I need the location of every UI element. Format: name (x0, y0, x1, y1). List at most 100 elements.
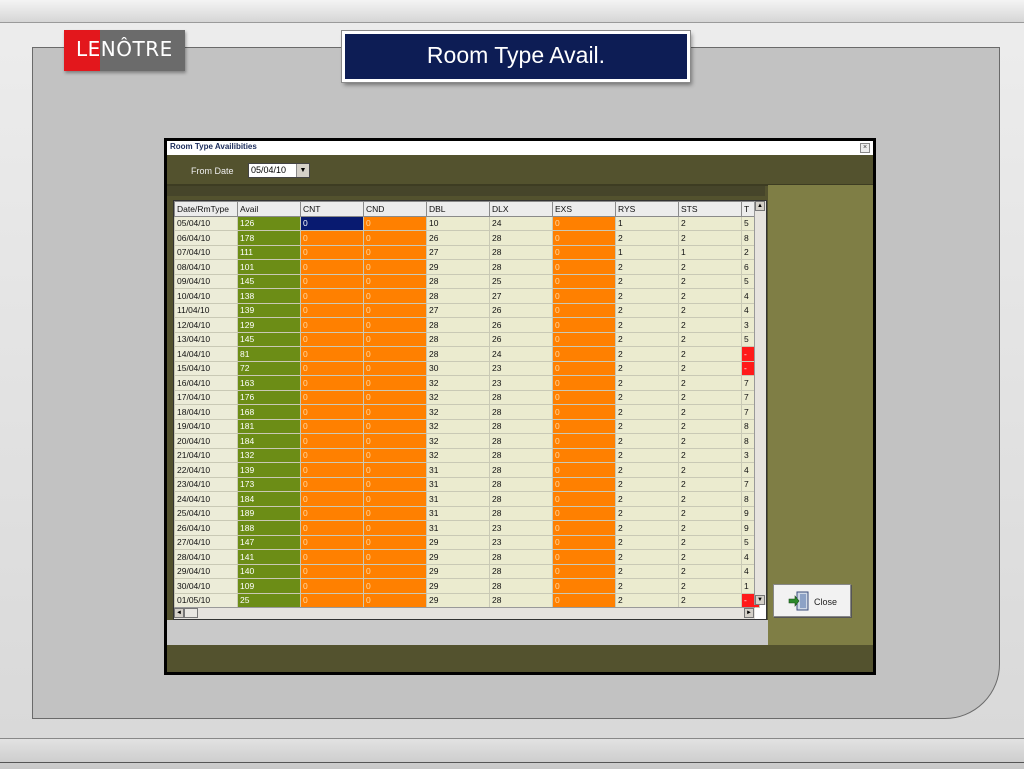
table-cell[interactable]: 1 (678, 244, 742, 260)
table-cell[interactable]: 29 (426, 578, 490, 594)
table-cell[interactable]: 32 (426, 404, 490, 420)
table-row[interactable]: 20/04/10 184 0 0 32 28 0 2 2 8 (174, 433, 760, 449)
table-row[interactable]: 11/04/10 139 0 0 27 26 0 2 2 4 (174, 302, 760, 318)
table-cell[interactable]: 2 (615, 317, 679, 333)
table-cell[interactable]: 30/04/10 (174, 578, 238, 594)
table-cell[interactable]: 2 (678, 259, 742, 275)
table-cell[interactable]: 0 (552, 375, 616, 391)
table-cell[interactable]: 2 (615, 563, 679, 579)
table-cell[interactable]: 14/04/10 (174, 346, 238, 362)
table-cell[interactable]: 28 (489, 476, 553, 492)
table-row[interactable]: 21/04/10 132 0 0 32 28 0 2 2 3 (174, 447, 760, 463)
table-cell[interactable]: 0 (300, 505, 364, 521)
table-cell[interactable]: 0 (300, 259, 364, 275)
table-cell[interactable]: 0 (552, 433, 616, 449)
table-cell[interactable]: 0 (552, 288, 616, 304)
table-cell[interactable]: 0 (363, 317, 427, 333)
table-cell[interactable]: 23 (489, 360, 553, 376)
table-cell[interactable]: 2 (678, 491, 742, 507)
table-cell[interactable]: 0 (552, 404, 616, 420)
table-cell[interactable]: 0 (552, 592, 616, 608)
table-cell[interactable]: 139 (237, 302, 301, 318)
table-cell[interactable]: 18/04/10 (174, 404, 238, 420)
table-cell[interactable]: 12/04/10 (174, 317, 238, 333)
table-cell[interactable]: 27 (489, 288, 553, 304)
table-cell[interactable]: 2 (615, 360, 679, 376)
table-cell[interactable]: 10/04/10 (174, 288, 238, 304)
table-cell[interactable]: 2 (678, 360, 742, 376)
column-header[interactable]: Date/RmType (174, 201, 238, 217)
table-row[interactable]: 23/04/10 173 0 0 31 28 0 2 2 7 (174, 476, 760, 492)
table-cell[interactable]: 0 (552, 360, 616, 376)
table-cell[interactable]: 109 (237, 578, 301, 594)
table-cell[interactable]: 139 (237, 462, 301, 478)
table-cell[interactable]: 2 (615, 389, 679, 405)
table-cell[interactable]: 28 (489, 462, 553, 478)
table-cell[interactable]: 2 (615, 534, 679, 550)
table-cell[interactable]: 0 (552, 259, 616, 275)
vertical-scrollbar[interactable]: ▲ ▼ (754, 201, 766, 605)
table-cell[interactable]: 2 (615, 404, 679, 420)
table-cell[interactable]: 28 (489, 563, 553, 579)
table-cell[interactable]: 28 (426, 331, 490, 347)
table-cell[interactable]: 0 (300, 288, 364, 304)
table-cell[interactable]: 2 (615, 418, 679, 434)
table-cell[interactable]: 0 (363, 476, 427, 492)
table-cell[interactable]: 0 (552, 520, 616, 536)
table-cell[interactable]: 29 (426, 592, 490, 608)
table-cell[interactable]: 0 (363, 331, 427, 347)
table-cell[interactable]: 11/04/10 (174, 302, 238, 318)
table-cell[interactable]: 2 (678, 404, 742, 420)
table-cell[interactable]: 28/04/10 (174, 549, 238, 565)
table-row[interactable]: 17/04/10 176 0 0 32 28 0 2 2 7 (174, 389, 760, 405)
table-cell[interactable]: 0 (552, 578, 616, 594)
table-cell[interactable]: 126 (237, 215, 301, 231)
table-cell[interactable]: 0 (552, 491, 616, 507)
table-cell[interactable]: 22/04/10 (174, 462, 238, 478)
table-cell[interactable]: 2 (678, 549, 742, 565)
close-button[interactable]: Close (773, 584, 851, 617)
table-cell[interactable]: 188 (237, 520, 301, 536)
table-cell[interactable]: 111 (237, 244, 301, 260)
table-cell[interactable]: 28 (489, 404, 553, 420)
table-cell[interactable]: 2 (678, 302, 742, 318)
table-cell[interactable]: 163 (237, 375, 301, 391)
table-cell[interactable]: 2 (615, 505, 679, 521)
scroll-down-icon[interactable]: ▼ (755, 595, 765, 605)
table-cell[interactable]: 2 (615, 433, 679, 449)
table-cell[interactable]: 0 (552, 230, 616, 246)
table-cell[interactable]: 0 (300, 215, 364, 231)
table-cell[interactable]: 0 (363, 389, 427, 405)
table-cell[interactable]: 0 (363, 375, 427, 391)
table-row[interactable]: 25/04/10 189 0 0 31 28 0 2 2 9 (174, 505, 760, 521)
table-cell[interactable]: 0 (363, 505, 427, 521)
table-cell[interactable]: 0 (363, 520, 427, 536)
table-cell[interactable]: 168 (237, 404, 301, 420)
table-row[interactable]: 26/04/10 188 0 0 31 23 0 2 2 9 (174, 520, 760, 536)
table-row[interactable]: 15/04/10 72 0 0 30 23 0 2 2- (174, 360, 760, 376)
table-cell[interactable]: 28 (426, 317, 490, 333)
table-cell[interactable]: 0 (300, 520, 364, 536)
table-cell[interactable]: 2 (615, 592, 679, 608)
column-header[interactable]: CNT (300, 201, 364, 217)
column-header[interactable]: EXS (552, 201, 616, 217)
table-cell[interactable]: 0 (552, 462, 616, 478)
table-cell[interactable]: 24/04/10 (174, 491, 238, 507)
table-cell[interactable]: 0 (552, 273, 616, 289)
table-cell[interactable]: 0 (300, 230, 364, 246)
table-cell[interactable]: 0 (363, 418, 427, 434)
table-cell[interactable]: 176 (237, 389, 301, 405)
table-cell[interactable]: 0 (363, 259, 427, 275)
scroll-right-icon[interactable]: ► (744, 608, 754, 618)
table-cell[interactable]: 28 (489, 433, 553, 449)
table-cell[interactable]: 0 (300, 389, 364, 405)
table-cell[interactable]: 32 (426, 433, 490, 449)
table-cell[interactable]: 129 (237, 317, 301, 333)
table-cell[interactable]: 28 (489, 244, 553, 260)
table-cell[interactable]: 10 (426, 215, 490, 231)
table-cell[interactable]: 173 (237, 476, 301, 492)
column-header[interactable]: DLX (489, 201, 553, 217)
table-cell[interactable]: 184 (237, 433, 301, 449)
table-cell[interactable]: 24 (489, 215, 553, 231)
table-cell[interactable]: 0 (300, 476, 364, 492)
